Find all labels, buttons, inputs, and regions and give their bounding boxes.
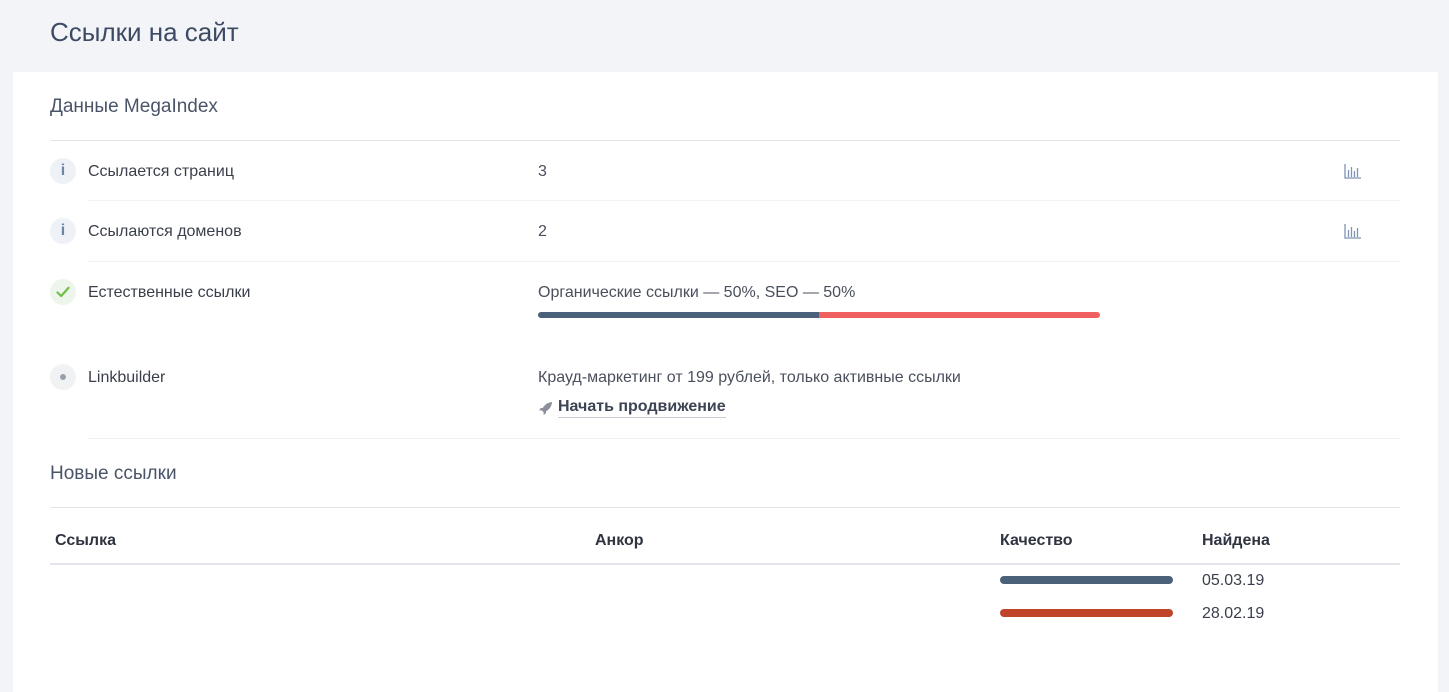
bar-chart-icon[interactable] — [1344, 223, 1362, 239]
row-divider — [88, 438, 1400, 439]
row-divider — [88, 200, 1400, 201]
column-header-quality[interactable]: Качество — [1000, 532, 1073, 550]
new-links-section-title: Новые ссылки — [50, 463, 177, 484]
megaindex-section-title: Данные MegaIndex — [50, 96, 218, 117]
table-header-divider — [50, 563, 1400, 565]
row-value: 3 — [538, 163, 547, 180]
organic-seo-ratio-bar — [538, 312, 1100, 318]
info-icon[interactable]: i — [50, 218, 76, 244]
row-natural-links: Естественные ссылки Органические ссылки … — [50, 279, 1400, 339]
section-divider — [50, 140, 1400, 141]
row-value: Органические ссылки — 50%, SEO — 50% — [538, 284, 856, 301]
rocket-icon — [538, 401, 553, 415]
dot-icon — [50, 364, 76, 390]
column-header-link[interactable]: Ссылка — [55, 532, 116, 550]
section-divider — [50, 507, 1400, 508]
quality-bar — [1000, 576, 1173, 584]
found-date: 05.03.19 — [1202, 572, 1265, 589]
row-referring-pages: i Ссылается страниц 3 — [50, 158, 1400, 198]
organic-segment — [538, 312, 819, 318]
column-header-anchor[interactable]: Анкор — [595, 532, 644, 550]
row-label: Ссылаются доменов — [88, 223, 242, 240]
page-header: Ссылки на сайт — [0, 0, 1449, 72]
row-label: Linkbuilder — [88, 369, 166, 386]
bar-chart-icon[interactable] — [1344, 163, 1362, 179]
column-header-found[interactable]: Найдена — [1202, 532, 1270, 550]
links-card: Данные MegaIndex i Ссылается страниц 3 i… — [13, 72, 1438, 692]
row-value: Крауд-маркетинг от 199 рублей, только ак… — [538, 369, 961, 386]
start-promotion-link[interactable]: Начать продвижение — [538, 398, 726, 418]
row-value: 2 — [538, 223, 547, 240]
table-header: Ссылка Анкор Качество Найдена — [50, 532, 1400, 556]
page-title: Ссылки на сайт — [50, 17, 239, 47]
row-referring-domains: i Ссылаются доменов 2 — [50, 218, 1400, 258]
row-label: Ссылается страниц — [88, 163, 234, 180]
start-promotion-label: Начать продвижение — [558, 398, 726, 418]
check-icon — [50, 279, 76, 305]
row-linkbuilder: Linkbuilder Крауд-маркетинг от 199 рубле… — [50, 364, 1400, 424]
seo-segment — [819, 312, 1100, 318]
row-label: Естественные ссылки — [88, 284, 251, 301]
row-divider — [88, 261, 1400, 262]
found-date: 28.02.19 — [1202, 605, 1265, 622]
quality-bar — [1000, 609, 1173, 617]
info-icon[interactable]: i — [50, 158, 76, 184]
